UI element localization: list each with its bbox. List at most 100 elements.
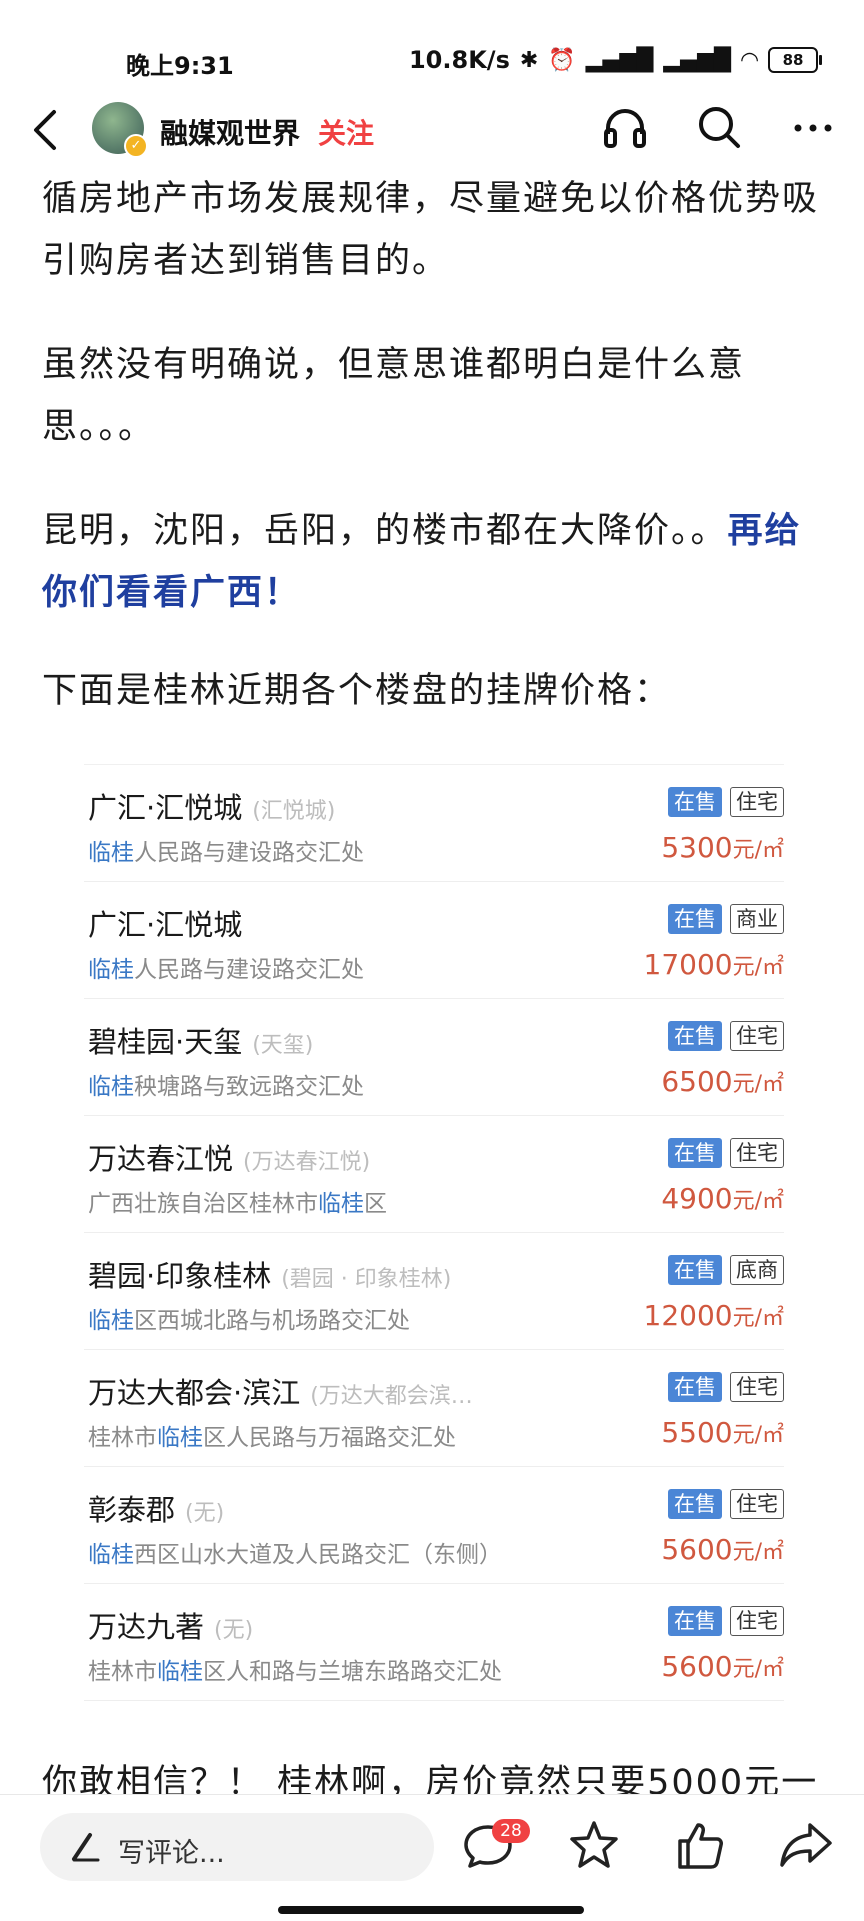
property-price: 6500元/㎡ <box>661 1065 784 1098</box>
bottom-action-bar: 写评论... 28 <box>0 1794 864 1921</box>
address-keyword: 临桂 <box>157 1659 203 1685</box>
property-name: 碧园·印象桂林 (碧园 · 印象桂林) <box>88 1253 451 1295</box>
battery-icon: 88 <box>768 47 822 73</box>
property-type-badge: 住宅 <box>730 787 784 817</box>
paragraph-text: 昆明，沈阳，岳阳，的楼市都在大降价。。 <box>42 511 728 551</box>
property-alias: (万达春江悦) <box>243 1150 371 1175</box>
status-bar: 晚上9:31 10.8K/s ✱ ⏰ ▂▄▆█ ▂▄▆█ ◠ 88 <box>0 0 864 108</box>
article-paragraph: 下面是桂林近期各个楼盘的挂牌价格： <box>42 671 672 711</box>
property-price: 17000元/㎡ <box>644 948 785 981</box>
address-suffix: 区人民路与万福路交汇处 <box>203 1425 456 1451</box>
status-indicators: 10.8K/s ✱ ⏰ ▂▄▆█ ▂▄▆█ ◠ 88 <box>408 46 822 74</box>
network-speed: 10.8K/s <box>408 46 510 74</box>
listing-row[interactable]: 碧园·印象桂林 (碧园 · 印象桂林) 临桂区西城北路与机场路交汇处 在售 底商 1200… <box>84 1233 784 1350</box>
property-address: 桂林市临桂区人民路与万福路交汇处 <box>88 1418 456 1452</box>
alarm-icon: ⏰ <box>548 47 576 73</box>
listing-row[interactable]: 广汇·汇悦城 (汇悦城) 临桂人民路与建设路交汇处 在售 住宅 5300元/㎡ <box>84 765 784 882</box>
back-arrow-icon[interactable] <box>26 106 66 154</box>
property-price: 5500元/㎡ <box>661 1416 784 1449</box>
listing-row[interactable]: 彰泰郡 (无) 临桂西区山水大道及人民路交汇（东侧） 在售 住宅 5600元/㎡ <box>84 1467 784 1584</box>
search-icon[interactable] <box>694 102 744 152</box>
thumbs-up-icon[interactable] <box>672 1817 728 1873</box>
pen-icon <box>72 1833 100 1862</box>
wifi-icon: ◠ <box>741 47 758 73</box>
price-unit: 元/㎡ <box>732 1072 784 1097</box>
property-tags: 在售 住宅 <box>668 1489 784 1519</box>
property-address: 广西壮族自治区桂林市临桂区 <box>88 1184 387 1218</box>
property-price: 5300元/㎡ <box>661 831 784 864</box>
property-type-badge: 住宅 <box>730 1372 784 1402</box>
property-title: 万达大都会·滨江 <box>88 1376 301 1410</box>
author-name[interactable]: 融媒观世界 <box>160 112 300 152</box>
price-value: 6500 <box>661 1065 733 1098</box>
property-alias: (天玺) <box>252 1033 314 1058</box>
sale-status-badge: 在售 <box>668 1021 722 1051</box>
property-title: 万达九著 <box>88 1610 205 1644</box>
price-value: 5600 <box>661 1533 733 1566</box>
price-value: 4900 <box>661 1182 733 1215</box>
property-name: 万达大都会·滨江 (万达大都会滨… <box>88 1370 473 1412</box>
sale-status-badge: 在售 <box>668 1606 722 1636</box>
property-tags: 在售 住宅 <box>668 1372 784 1402</box>
follow-button[interactable]: 关注 <box>318 112 374 152</box>
article-paragraph: 循房地产市场发展规律，尽量避免以价格优势吸引购房者达到销售目的。 <box>42 179 820 281</box>
property-title: 广汇·汇悦城 <box>88 908 243 942</box>
address-suffix: 人民路与建设路交汇处 <box>134 840 364 866</box>
price-value: 17000 <box>643 948 733 981</box>
property-alias: (汇悦城) <box>252 799 336 824</box>
price-unit: 元/㎡ <box>732 1423 784 1448</box>
property-listing: 广汇·汇悦城 (汇悦城) 临桂人民路与建设路交汇处 在售 住宅 5300元/㎡ 广汇·汇悦城… <box>84 764 784 1701</box>
property-price: 5600元/㎡ <box>661 1533 784 1566</box>
price-unit: 元/㎡ <box>732 1540 784 1565</box>
property-type-badge: 住宅 <box>730 1138 784 1168</box>
property-title: 碧桂园·天玺 <box>88 1025 243 1059</box>
property-type-badge: 住宅 <box>730 1606 784 1636</box>
property-name: 广汇·汇悦城 <box>88 902 252 944</box>
property-price: 5600元/㎡ <box>661 1650 784 1683</box>
more-dots-icon[interactable] <box>788 102 838 152</box>
property-alias: (无) <box>185 1501 225 1526</box>
property-title: 碧园·印象桂林 <box>88 1259 272 1293</box>
address-keyword: 临桂 <box>88 1308 134 1334</box>
address-keyword: 临桂 <box>88 1074 134 1100</box>
property-address: 临桂区西城北路与机场路交汇处 <box>88 1301 410 1335</box>
property-address: 临桂人民路与建设路交汇处 <box>88 950 364 984</box>
author-avatar[interactable]: ✓ <box>92 102 148 158</box>
listing-row[interactable]: 广汇·汇悦城 临桂人民路与建设路交汇处 在售 商业 17000元/㎡ <box>84 882 784 999</box>
property-type-badge: 住宅 <box>730 1489 784 1519</box>
property-name: 彰泰郡 (无) <box>88 1487 224 1529</box>
headphones-icon[interactable] <box>600 102 650 152</box>
comment-input[interactable]: 写评论... <box>40 1813 434 1881</box>
address-prefix: 桂林市 <box>88 1659 157 1685</box>
listing-row[interactable]: 万达大都会·滨江 (万达大都会滨… 桂林市临桂区人民路与万福路交汇处 在售 住宅 5500… <box>84 1350 784 1467</box>
sale-status-badge: 在售 <box>668 1489 722 1519</box>
property-price: 4900元/㎡ <box>661 1182 784 1215</box>
price-unit: 元/㎡ <box>732 955 784 980</box>
star-icon[interactable] <box>566 1817 622 1873</box>
bluetooth-icon: ✱ <box>519 47 539 73</box>
property-address: 临桂人民路与建设路交汇处 <box>88 833 364 867</box>
address-suffix: 区人和路与兰塘东路路交汇处 <box>203 1659 502 1685</box>
address-suffix: 人民路与建设路交汇处 <box>134 957 364 983</box>
price-unit: 元/㎡ <box>732 1189 784 1214</box>
article-paragraph: 昆明，沈阳，岳阳，的楼市都在大降价。。再给你们看看广西！ <box>42 500 832 624</box>
listing-row[interactable]: 碧桂园·天玺 (天玺) 临桂秧塘路与致远路交汇处 在售 住宅 6500元/㎡ <box>84 999 784 1116</box>
property-alias: (万达大都会滨… <box>310 1384 473 1409</box>
sale-status-badge: 在售 <box>668 1255 722 1285</box>
share-icon[interactable] <box>778 1817 834 1873</box>
listing-row[interactable]: 万达春江悦 (万达春江悦) 广西壮族自治区桂林市临桂区 在售 住宅 4900元/㎡ <box>84 1116 784 1233</box>
signal-icon: ▂▄▆█ <box>585 47 654 73</box>
property-title: 广汇·汇悦城 <box>88 791 243 825</box>
address-suffix: 西区山水大道及人民路交汇（东侧） <box>134 1542 502 1568</box>
article-paragraph: 虽然没有明确说，但意思谁都明白是什么意思。。。 <box>42 345 746 447</box>
price-unit: 元/㎡ <box>732 1306 784 1331</box>
listing-row[interactable]: 万达九著 (无) 桂林市临桂区人和路与兰塘东路路交汇处 在售 住宅 5600元/㎡ <box>84 1584 784 1701</box>
property-address: 临桂秧塘路与致远路交汇处 <box>88 1067 364 1101</box>
price-unit: 元/㎡ <box>732 838 784 863</box>
verified-icon: ✓ <box>124 134 148 158</box>
property-name: 碧桂园·天玺 (天玺) <box>88 1019 313 1061</box>
home-indicator[interactable] <box>278 1906 584 1914</box>
address-suffix: 区西城北路与机场路交汇处 <box>134 1308 410 1334</box>
property-type-badge: 底商 <box>730 1255 784 1285</box>
comment-count-badge: 28 <box>492 1819 530 1843</box>
